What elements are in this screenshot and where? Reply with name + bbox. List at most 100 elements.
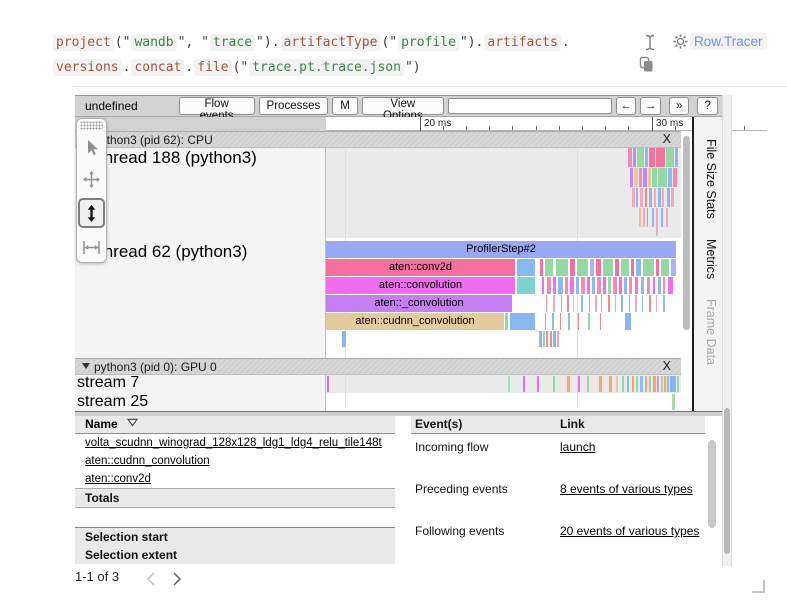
trace-slice[interactable] [508,376,510,392]
trace-slice[interactable] [540,259,543,276]
trace-slice[interactable] [556,259,568,276]
trace-slice[interactable] [656,148,665,167]
trace-slice[interactable] [621,295,623,312]
sidebar-tab-metrics[interactable]: Metrics [698,239,718,279]
find-all-button[interactable]: » [669,97,690,115]
help-button[interactable]: ? [697,97,718,115]
trace-slice[interactable] [671,259,676,276]
track-label[interactable]: thread 188 (python3) [99,148,257,168]
trace-slice[interactable] [542,277,544,294]
trace-slice[interactable] [553,331,556,347]
event-link[interactable]: launch [560,438,595,456]
palette-drag-handle[interactable] [80,121,103,130]
trace-slice[interactable] [635,277,638,294]
trace-slice[interactable] [553,277,556,294]
trace-slice[interactable] [629,295,630,312]
track-label[interactable]: stream 7 [77,374,139,392]
trace-slice[interactable] [523,376,525,392]
trace-slice[interactable] [656,295,657,312]
trace-slice[interactable] [550,331,552,347]
trace-slice[interactable] [553,376,555,392]
trace-slice[interactable] [636,188,638,207]
trace-slice[interactable] [616,376,618,392]
slice-name-link[interactable]: aten::cudnn_convolution [85,455,210,467]
totals-row[interactable]: Totals [75,488,395,508]
trace-slice[interactable] [510,313,535,330]
trace-slice[interactable] [661,259,669,276]
copy-icon[interactable] [639,56,654,72]
trace-slice[interactable] [570,259,575,276]
trace-slice[interactable] [608,277,611,294]
track-label[interactable]: stream 25 [77,393,148,411]
trace-slice[interactable] [639,208,641,227]
trace-slice[interactable] [560,313,561,330]
trace-slice[interactable] [647,277,650,294]
trace-slice[interactable] [667,188,670,207]
trace-event-bar[interactable]: aten::conv2d [326,259,515,276]
trace-slice[interactable] [656,208,658,236]
trace-slice[interactable] [592,277,595,294]
trace-slice[interactable] [553,295,555,312]
prev-page-icon[interactable] [146,572,156,586]
trace-slice[interactable] [568,313,570,330]
trace-slice[interactable] [636,259,641,276]
find-input[interactable] [448,98,612,114]
trace-slice[interactable] [661,376,663,392]
trace-slice[interactable] [539,331,542,347]
trace-slice[interactable] [576,277,579,294]
trace-slice[interactable] [596,259,601,276]
trace-slice[interactable] [517,277,535,294]
trace-slice[interactable] [565,277,568,294]
trace-slice[interactable] [661,208,663,227]
trace-slice[interactable] [649,295,651,312]
trace-slice[interactable] [636,376,638,392]
trace-slice[interactable] [581,295,583,312]
trace-slice[interactable] [673,168,677,187]
trace-slice[interactable] [589,295,590,312]
processes-button[interactable]: Processes [259,97,329,115]
trace-slice[interactable] [632,188,635,207]
trace-slice[interactable] [505,313,508,330]
text-cursor-icon[interactable] [644,34,656,51]
trace-slice[interactable] [629,277,632,294]
panel-type-selector[interactable]: Row.Tracer [690,33,767,50]
trace-slice[interactable] [624,277,627,294]
trace-slice[interactable] [545,259,553,276]
trace-slice[interactable] [639,168,642,187]
trace-slice[interactable] [652,208,654,227]
trace-slice[interactable] [547,277,551,294]
trace-event-bar[interactable]: aten::convolution [326,277,515,294]
trace-slice[interactable] [645,148,648,167]
trace-slice[interactable] [619,277,622,294]
trace-slice[interactable] [668,168,672,187]
trace-slice[interactable] [667,376,669,392]
trace-slice[interactable] [643,208,645,227]
trace-slice[interactable] [588,313,590,330]
trace-slice[interactable] [590,259,594,276]
trace-slice[interactable] [663,277,665,294]
timing-tool-button[interactable] [77,231,106,263]
trace-slice[interactable] [595,295,597,312]
pan-tool-button[interactable] [77,163,106,195]
gear-icon[interactable] [673,34,688,49]
trace-slice[interactable] [658,168,667,187]
trace-slice[interactable] [600,313,601,330]
trace-slice[interactable] [601,295,602,312]
panel-scrollbar-thumb[interactable] [708,440,716,528]
trace-slice[interactable] [599,376,602,392]
trace-slice[interactable] [561,295,562,312]
find-prev-button[interactable]: ← [616,97,637,115]
sidebar-tab-file-size-stats[interactable]: File Size Stats [698,139,718,219]
trace-slice[interactable] [632,376,634,392]
trace-slice[interactable] [666,208,668,227]
trace-slice[interactable] [627,376,629,392]
trace-slice[interactable] [658,277,661,294]
trace-slice[interactable] [656,259,659,276]
trace-slice[interactable] [672,394,675,410]
timeline-scrollbar-thumb[interactable] [683,136,690,330]
trace-slice[interactable] [640,188,643,207]
find-next-button[interactable]: → [640,97,661,115]
close-track-button[interactable]: X [663,132,671,146]
trace-slice[interactable] [577,259,588,276]
trace-slice[interactable] [552,313,554,330]
